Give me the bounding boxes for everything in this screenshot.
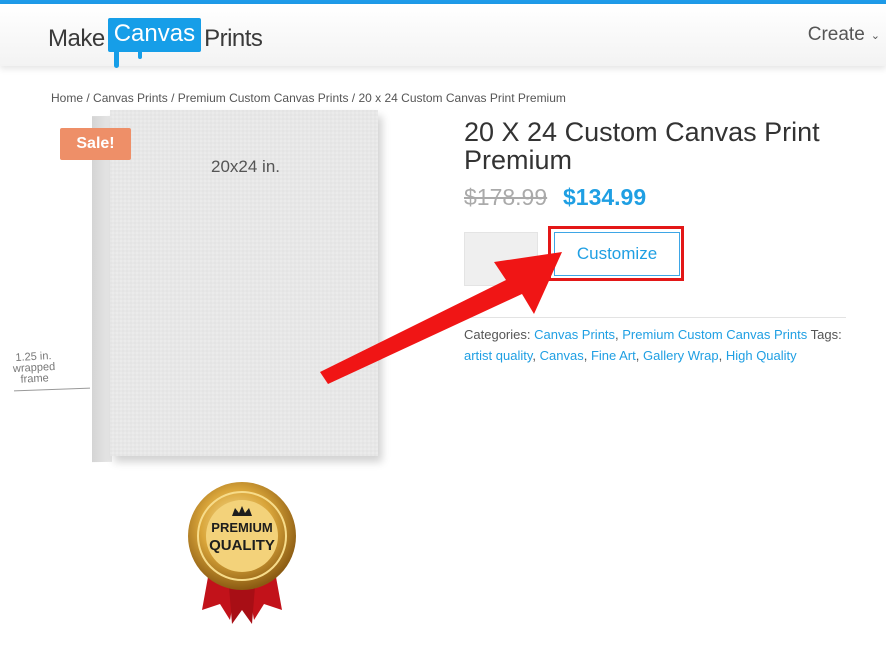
price-sale: $134.99	[563, 184, 647, 210]
breadcrumb-sep: /	[167, 91, 178, 105]
categories-label: Categories:	[464, 327, 531, 342]
premium-quality-seal: PREMIUM QUALITY	[188, 482, 296, 624]
category-link-canvas-prints[interactable]: Canvas Prints	[534, 327, 615, 342]
wrap-frame-label: 1.25 in. wrapped frame	[12, 350, 56, 386]
breadcrumb-home[interactable]: Home	[51, 91, 83, 105]
paint-drip	[113, 52, 119, 68]
create-menu[interactable]: Create ⌄	[808, 24, 880, 46]
logo-make: Make	[48, 25, 105, 52]
breadcrumb-current: 20 x 24 Custom Canvas Print Premium	[358, 91, 566, 105]
wrap-label-line3: frame	[20, 372, 50, 386]
tag-link-artist-quality[interactable]: artist quality	[464, 348, 532, 363]
site-logo[interactable]: Make Canvas Prints	[48, 14, 263, 68]
seal-line1: PREMIUM	[211, 520, 272, 535]
chevron-down-icon: ⌄	[870, 29, 880, 42]
product-meta: Categories: Canvas Prints, Premium Custo…	[464, 327, 842, 363]
sale-badge: Sale!	[60, 128, 131, 160]
logo-prints: Prints	[204, 25, 263, 52]
customize-button[interactable]: Customize	[554, 232, 680, 276]
price-original: $178.99	[464, 184, 548, 210]
canvas-size-label: 20x24 in.	[211, 157, 280, 176]
tag-link-high-quality[interactable]: High Quality	[726, 348, 797, 363]
breadcrumb-sep: /	[83, 91, 94, 105]
tag-link-canvas[interactable]: Canvas	[540, 348, 584, 363]
quantity-field[interactable]	[464, 232, 538, 286]
divider	[464, 317, 846, 318]
paint-drip-small	[137, 52, 142, 59]
product-title: 20 X 24 Custom Canvas Print Premium	[464, 117, 820, 175]
category-link-premium[interactable]: Premium Custom Canvas Prints	[622, 327, 807, 342]
tags-label: Tags:	[810, 327, 842, 342]
breadcrumb-canvas-prints[interactable]: Canvas Prints	[93, 91, 168, 105]
tag-link-fine-art[interactable]: Fine Art	[591, 348, 636, 363]
site-header: Make Canvas Prints Create ⌄	[0, 4, 886, 68]
canvas-side-edge	[92, 115, 112, 463]
tag-link-gallery-wrap[interactable]: Gallery Wrap	[643, 348, 719, 363]
breadcrumb-sep: /	[348, 91, 359, 105]
create-menu-label: Create	[807, 24, 865, 45]
breadcrumb-premium[interactable]: Premium Custom Canvas Prints	[178, 91, 349, 105]
breadcrumb: Home / Canvas Prints / Premium Custom Ca…	[51, 91, 566, 105]
logo-canvas: Canvas	[107, 18, 202, 68]
wrap-frame-pointer-line	[14, 387, 90, 392]
logo-canvas-text: Canvas	[113, 20, 196, 47]
seal-line2: QUALITY	[209, 537, 275, 554]
